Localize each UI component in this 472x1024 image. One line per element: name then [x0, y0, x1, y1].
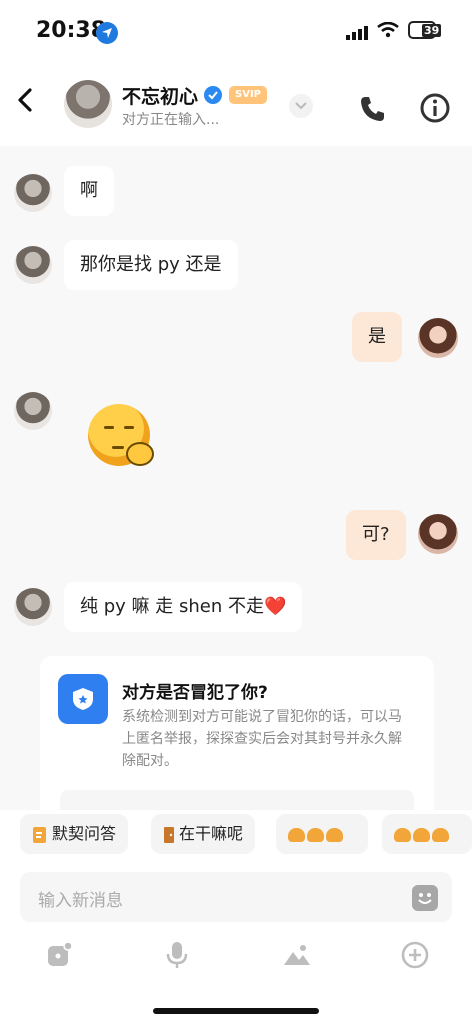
message-list[interactable]: 啊 那你是找 py 还是 是 可? 纯 py 嘛 走 shen 不走❤️ 对方是… [0, 146, 472, 810]
quick-reply-quiz[interactable]: 默契问答 [20, 814, 129, 854]
wifi-icon [377, 22, 399, 38]
location-arrow-icon [96, 22, 118, 44]
info-icon[interactable] [419, 92, 451, 124]
verified-icon [204, 86, 222, 104]
status-bar: 20:38 39 [0, 0, 472, 60]
message-bubble-received[interactable]: 纯 py 嘛 走 shen 不走❤️ [64, 582, 303, 632]
microphone-icon[interactable] [163, 940, 191, 970]
contact-name[interactable]: 不忘初心 [122, 82, 198, 109]
battery-level: 39 [422, 24, 442, 37]
dice-icon[interactable] [44, 940, 74, 970]
my-avatar[interactable] [418, 514, 458, 554]
my-avatar[interactable] [418, 318, 458, 358]
quick-reply-label: 在干嘛呢 [179, 824, 244, 843]
expand-profile-button[interactable] [289, 94, 313, 118]
plus-icon[interactable] [400, 940, 430, 970]
chevron-down-icon [295, 102, 307, 110]
contact-avatar-small[interactable] [14, 246, 52, 284]
cellular-signal-icon [346, 26, 368, 40]
contact-avatar-small[interactable] [14, 588, 52, 626]
chat-header: 不忘初心 SVIP 对方正在输入... [0, 60, 472, 146]
message-input-placeholder: 输入新消息 [38, 891, 123, 911]
contact-avatar[interactable] [64, 80, 112, 128]
message-bubble-sent[interactable]: 可? [346, 510, 406, 560]
quiz-icon [33, 826, 46, 843]
sticker-message[interactable] [88, 404, 154, 466]
heart-emoji: ❤️ [263, 596, 287, 617]
sticker-icon [394, 824, 451, 843]
quick-reply-sticker-2[interactable] [382, 814, 472, 854]
contact-avatar-small[interactable] [14, 392, 52, 430]
message-input[interactable]: 输入新消息 [20, 872, 452, 922]
input-toolbar [0, 930, 472, 990]
sticker-icon [288, 824, 345, 843]
message-bubble-received[interactable]: 那你是找 py 还是 [64, 240, 238, 290]
battery-icon: 39 [408, 21, 442, 39]
report-prompt-card[interactable]: 对方是否冒犯了你? 系统检测到对方可能说了冒犯你的话，可以马上匿名举报，探探查实… [40, 656, 434, 810]
card-action-area[interactable] [60, 790, 414, 810]
shield-icon [58, 674, 108, 724]
message-bubble-sent[interactable]: 是 [352, 312, 402, 362]
image-icon[interactable] [282, 940, 312, 970]
svip-badge: SVIP [229, 86, 267, 104]
typing-status: 对方正在输入... [122, 112, 220, 128]
message-bubble-received[interactable]: 啊 [64, 166, 114, 216]
quick-reply-sticker-1[interactable] [276, 814, 368, 854]
card-title: 对方是否冒犯了你? [122, 683, 268, 703]
contact-avatar-small[interactable] [14, 174, 52, 212]
door-icon [164, 826, 174, 843]
quick-reply-bar: 默契问答 在干嘛呢 [0, 810, 472, 862]
quick-reply-what-doing[interactable]: 在干嘛呢 [151, 814, 256, 854]
quick-reply-label: 默契问答 [52, 824, 117, 843]
message-text: 纯 py 嘛 走 shen 不走 [80, 596, 264, 617]
phone-icon[interactable] [358, 94, 388, 124]
back-arrow-icon[interactable] [16, 88, 34, 112]
card-description: 系统检测到对方可能说了冒犯你的话，可以马上匿名举报，探探查实后会对其封号并永久解… [122, 709, 402, 769]
emoji-icon[interactable] [412, 885, 438, 911]
home-indicator[interactable] [153, 1008, 319, 1014]
